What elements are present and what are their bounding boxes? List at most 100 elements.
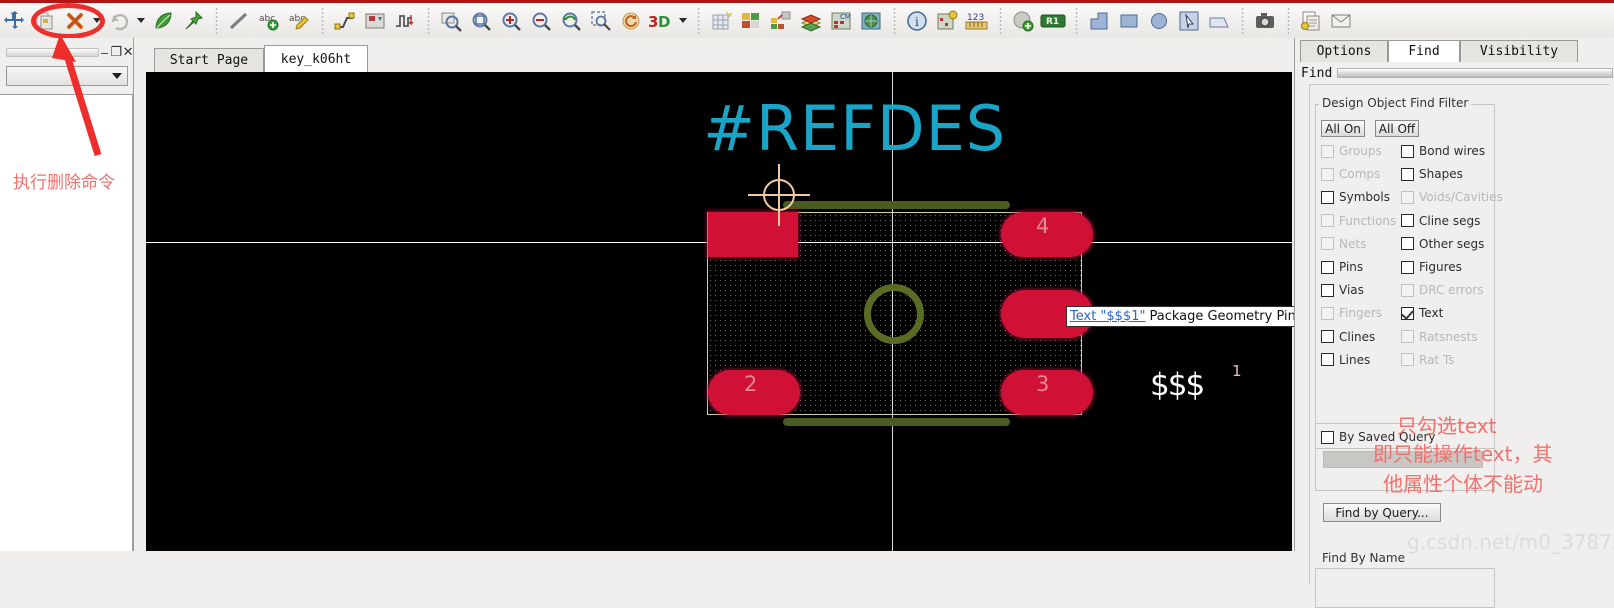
measure-icon[interactable]: 123 [962,6,992,36]
undo-dropdown-arrow-icon[interactable] [134,6,148,36]
find-filter-row-clines[interactable]: Clines [1321,329,1375,345]
place-manual-icon[interactable] [360,6,390,36]
shape-polygon-icon[interactable] [1084,6,1114,36]
checkbox-bond-wires[interactable] [1401,144,1414,158]
constraint-manager-icon[interactable]: CM [826,6,856,36]
grid-toggle-icon[interactable] [706,6,736,36]
shape-circle-icon[interactable] [1144,6,1174,36]
label-refdes-icon[interactable]: R1 [1038,6,1068,36]
find-filter-row-other-segs[interactable]: Other segs [1401,236,1484,252]
find-filter-row-lines[interactable]: Lines [1321,352,1370,368]
minimize-button[interactable]: – [99,45,111,60]
checkbox-lines[interactable] [1321,353,1334,367]
add-pin-icon[interactable] [1008,6,1038,36]
find-filter-row-symbols[interactable]: Symbols [1321,189,1390,205]
checkbox-functions [1321,214,1334,228]
find-group-header-rule [1337,68,1613,78]
pin-icon[interactable] [178,6,208,36]
undo-icon[interactable] [104,6,134,36]
label-fingers: Fingers [1339,306,1383,321]
pin1-origin-crosshair [748,164,810,226]
silkscreen-bottom-line [783,418,1010,426]
tab-find[interactable]: Find [1388,40,1460,62]
show-element-icon[interactable]: i [902,6,932,36]
tab-options[interactable]: Options [1300,40,1388,62]
checkbox-pins[interactable] [1321,260,1334,274]
checkbox-vias[interactable] [1321,283,1334,297]
find-by-query-button[interactable]: Find by Query... [1323,503,1441,522]
assign-color-icon[interactable] [766,6,796,36]
tab-visibility[interactable]: Visibility [1460,40,1578,62]
checkbox-clines[interactable] [1321,330,1334,344]
move-icon[interactable] [0,6,30,36]
select-shape-icon[interactable] [1174,6,1204,36]
route-icon[interactable] [330,6,360,36]
checkbox-text[interactable] [1401,306,1414,320]
find-filter-row-nets: Nets [1321,236,1366,252]
find-filter-row-bond-wires[interactable]: Bond wires [1401,143,1485,159]
all-on-button[interactable]: All On [1321,120,1365,137]
find-filter-row-cline-segs[interactable]: Cline segs [1401,213,1480,229]
checkbox-nets [1321,237,1334,251]
zoom-in-icon[interactable] [496,6,526,36]
snapshot-icon[interactable] [1250,6,1280,36]
report-icon[interactable] [1296,6,1326,36]
property-icon[interactable] [932,6,962,36]
restore-button[interactable]: ❐ [110,44,123,60]
label-comps: Comps [1339,167,1381,182]
3d-dropdown-arrow-icon[interactable] [676,6,690,36]
3d-view-icon[interactable]: 3D [646,6,676,36]
refdes-text[interactable]: #REFDES [703,92,1006,165]
refresh-icon[interactable] [616,6,646,36]
add-text-icon[interactable]: abc [254,6,284,36]
toolbar-separator [211,6,221,35]
zoom-fit-icon[interactable] [436,6,466,36]
label-cline-segs: Cline segs [1419,213,1481,228]
shape-void-icon[interactable] [1204,6,1234,36]
label-groups: Groups [1339,144,1382,158]
all-off-button[interactable]: All Off [1375,120,1419,137]
shape-rect-icon[interactable] [1114,6,1144,36]
left-panel-grip[interactable] [6,47,99,57]
svg-text:D: D [658,13,670,31]
checkbox-figures[interactable] [1401,260,1414,274]
mounting-hole[interactable] [864,284,924,344]
annotation-only-check-text: 只勾选text [1397,414,1497,438]
delay-tune-icon[interactable] [390,6,420,36]
checkbox-fingers [1321,306,1334,320]
selected-text-dollars[interactable]: $$$ [1150,367,1205,403]
zoom-previous-icon[interactable] [556,6,586,36]
left-panel-combo[interactable] [6,66,128,86]
find-filter-row-text[interactable]: Text [1401,305,1443,321]
zoom-points-icon[interactable] [586,6,616,36]
svg-text:CM: CM [840,13,851,21]
checkbox-symbols[interactable] [1321,190,1334,204]
find-filter-row-figures[interactable]: Figures [1401,259,1462,275]
global-icon[interactable] [856,6,886,36]
pad-number-2: 2 [744,372,758,396]
tab-start-page[interactable]: Start Page [154,48,264,72]
subclass-icon[interactable] [796,6,826,36]
find-filter-row-vias[interactable]: Vias [1321,282,1364,298]
zoom-window-icon[interactable] [466,6,496,36]
checkbox-cline-segs[interactable] [1401,214,1414,228]
checkbox-shapes[interactable] [1401,167,1414,181]
tooltip-link[interactable]: Text "$$$1" [1070,309,1145,324]
find-filter-row-shapes[interactable]: Shapes [1401,166,1463,182]
right-dock-panel: Options Find Visibility Find Design Obje… [1294,38,1614,608]
by-saved-query-checkbox[interactable] [1321,430,1334,444]
tab-key-k06ht[interactable]: key_k06ht [264,45,368,72]
checkbox-other-segs[interactable] [1401,237,1414,251]
find-group-header: Find [1301,64,1613,82]
leaf-icon[interactable] [148,6,178,36]
color-views-icon[interactable] [736,6,766,36]
label-text: Text [1419,306,1444,321]
zoom-out-icon[interactable] [526,6,556,36]
label-shapes: Shapes [1419,167,1463,182]
line-icon[interactable] [224,6,254,36]
close-button[interactable]: ✕ [122,44,134,60]
find-filter-row-pins[interactable]: Pins [1321,259,1363,275]
edit-text-icon[interactable]: abc [284,6,314,36]
toolbar-separator [1283,6,1293,35]
mail-icon[interactable] [1326,6,1356,36]
